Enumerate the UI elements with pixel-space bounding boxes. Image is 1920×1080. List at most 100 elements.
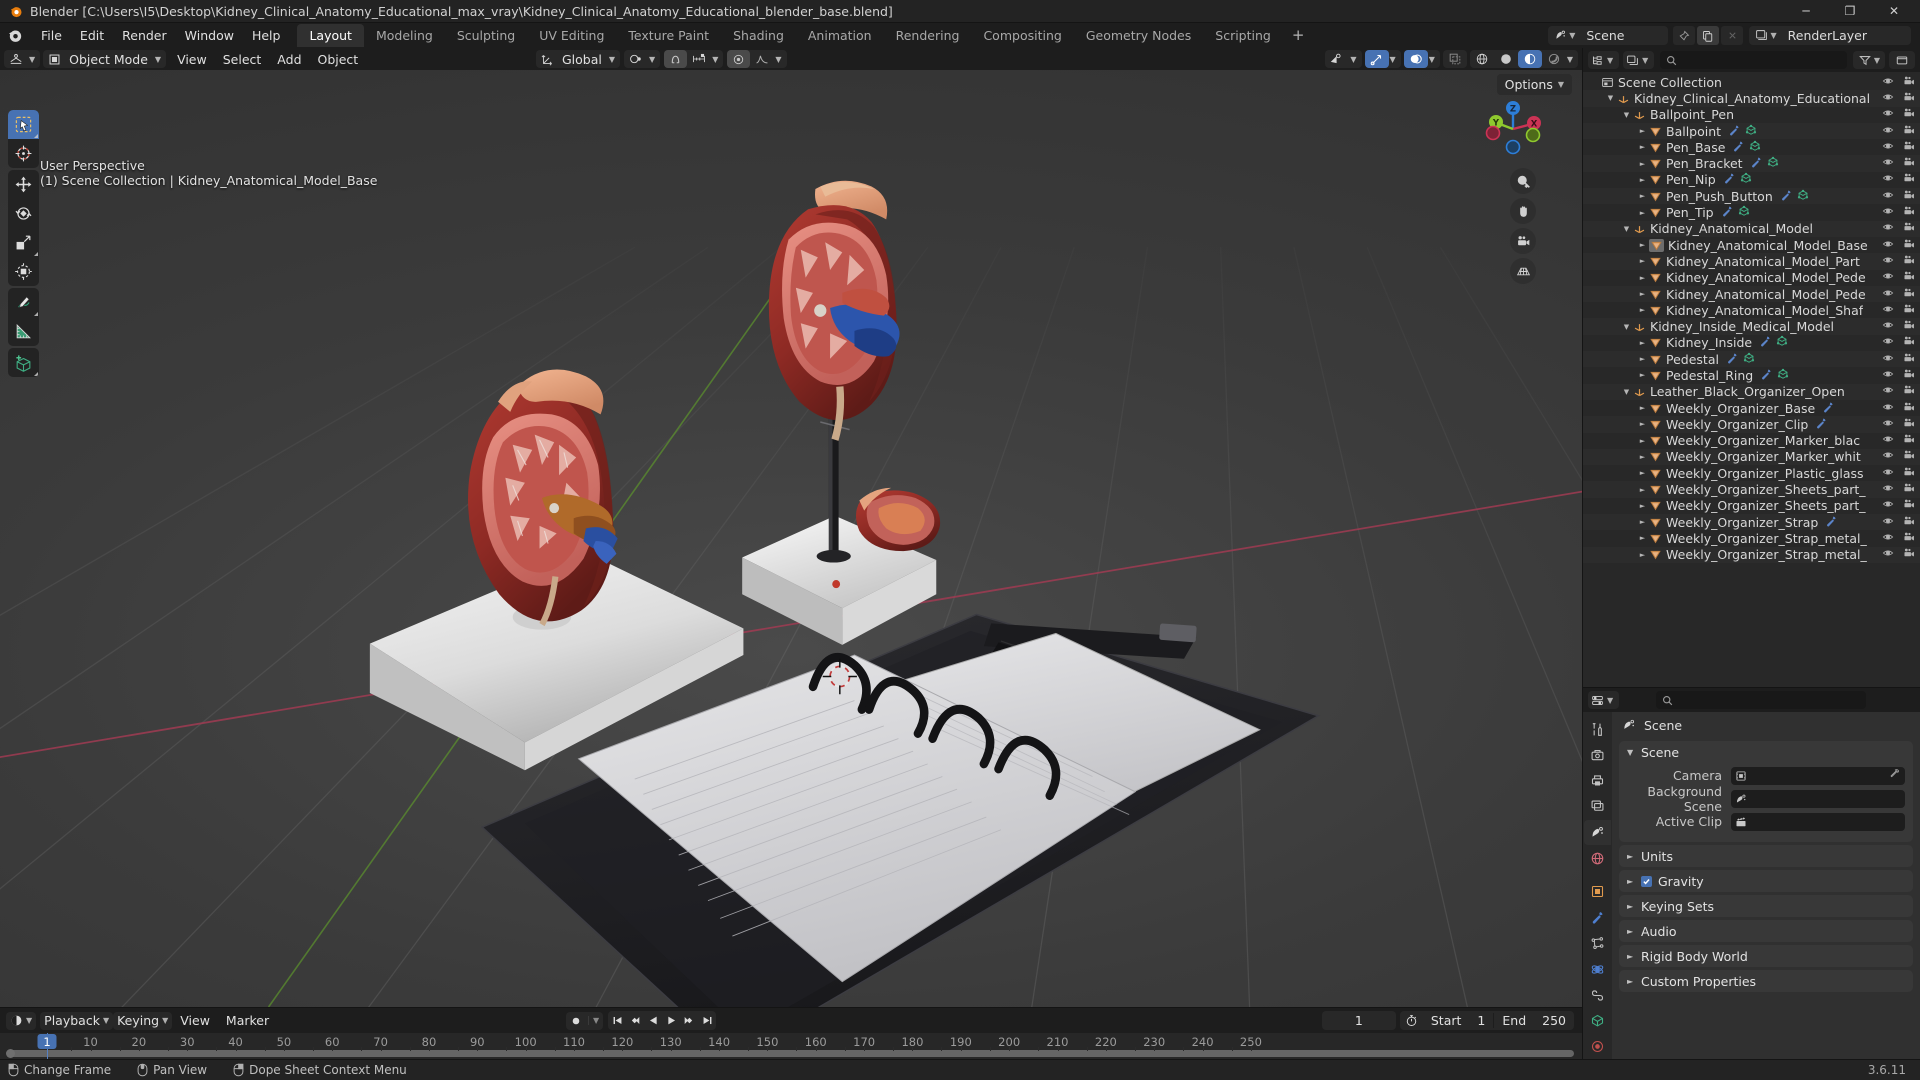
hand-icon[interactable]: [1510, 198, 1536, 224]
timeline-playhead-label[interactable]: 1: [37, 1034, 57, 1049]
viewport-menu-view[interactable]: View: [169, 50, 215, 69]
output-tab[interactable]: [1584, 769, 1611, 794]
workspace-tab-rendering[interactable]: Rendering: [884, 24, 972, 47]
disclosure-down-icon[interactable]: ▼: [1620, 225, 1633, 233]
outliner-row[interactable]: ► Kidney_Anatomical_Model_Pede: [1583, 285, 1920, 303]
jump-end-icon[interactable]: [698, 1011, 716, 1030]
annotate-tool-button[interactable]: [8, 288, 39, 317]
move-tool-button[interactable]: [8, 170, 39, 199]
modifier-icon[interactable]: [1728, 124, 1740, 139]
tweak-tool-button[interactable]: [8, 110, 39, 139]
modifier-icon[interactable]: [1815, 417, 1827, 432]
frame-range-group[interactable]: Start 1 End 250: [1399, 1011, 1574, 1030]
snap-magnet-icon[interactable]: [664, 50, 688, 68]
disclosure-right-icon[interactable]: ►: [1636, 143, 1649, 151]
outliner-row[interactable]: ► Kidney_Inside: [1583, 335, 1920, 351]
disclosure-right-icon[interactable]: ►: [1636, 551, 1649, 559]
mesh-data-icon[interactable]: [1777, 368, 1789, 383]
outliner-row[interactable]: ▼ Leather_Black_Organizer_Open: [1583, 383, 1920, 400]
disable-in-renders-icon[interactable]: [1903, 319, 1915, 334]
transform-orientation-selector[interactable]: Global ▼: [536, 50, 621, 68]
overlays-selector[interactable]: ▼: [1403, 50, 1440, 68]
hide-in-viewport-icon[interactable]: [1882, 401, 1894, 416]
modifier-icon[interactable]: [1822, 401, 1834, 416]
disable-in-renders-icon[interactable]: [1903, 238, 1915, 253]
disclosure-right-icon[interactable]: ►: [1636, 469, 1649, 477]
hide-in-viewport-icon[interactable]: [1882, 287, 1894, 302]
menu-render[interactable]: Render: [113, 25, 176, 46]
eyedropper-icon[interactable]: [1889, 768, 1900, 783]
particles-tab[interactable]: [1584, 931, 1611, 956]
hide-in-viewport-icon[interactable]: [1882, 140, 1894, 155]
play-icon[interactable]: [662, 1011, 680, 1030]
disable-in-renders-icon[interactable]: [1903, 205, 1915, 220]
chevron-right-icon[interactable]: ►: [1627, 927, 1635, 936]
hide-in-viewport-icon[interactable]: [1882, 254, 1894, 269]
outliner-row[interactable]: ► Weekly_Organizer_Strap_metal_: [1583, 530, 1920, 546]
outliner-row[interactable]: ▼ Ballpoint_Pen: [1583, 107, 1920, 123]
panel-header[interactable]: ► Gravity: [1619, 870, 1913, 892]
disclosure-right-icon[interactable]: ►: [1636, 127, 1649, 135]
disable-in-renders-icon[interactable]: [1903, 303, 1915, 318]
disable-in-renders-icon[interactable]: [1903, 270, 1915, 285]
disable-in-renders-icon[interactable]: [1903, 547, 1915, 562]
workspace-tab-shading[interactable]: Shading: [721, 24, 796, 47]
hide-in-viewport-icon[interactable]: [1882, 221, 1894, 236]
properties-editor-type[interactable]: ▼: [1588, 691, 1620, 709]
mesh-data-icon[interactable]: [1738, 205, 1750, 220]
chevron-right-icon[interactable]: ►: [1627, 877, 1635, 886]
hide-in-viewport-icon[interactable]: [1882, 417, 1894, 432]
disclosure-right-icon[interactable]: ►: [1636, 241, 1649, 249]
workspace-tab-geometry-nodes[interactable]: Geometry Nodes: [1074, 24, 1203, 47]
outliner-row[interactable]: ► Kidney_Anatomical_Model_Pede: [1583, 270, 1920, 286]
disable-in-renders-icon[interactable]: [1903, 287, 1915, 302]
pivot-point-selector[interactable]: ▼: [624, 50, 661, 68]
outliner-row[interactable]: ▼ Kidney_Anatomical_Model: [1583, 220, 1920, 237]
disclosure-down-icon[interactable]: ▼: [1620, 111, 1633, 119]
outliner-row[interactable]: ▼ Kidney_Inside_Medical_Model: [1583, 318, 1920, 335]
viewport-options-button[interactable]: Options ▼: [1496, 74, 1572, 95]
disable-in-renders-icon[interactable]: [1903, 498, 1915, 513]
add-cube-tool-button[interactable]: [8, 348, 39, 377]
camera-icon[interactable]: [1510, 228, 1536, 254]
falloff-curve-icon[interactable]: [750, 50, 774, 68]
disable-in-renders-icon[interactable]: [1903, 75, 1915, 90]
scale-tool-button[interactable]: [8, 228, 39, 257]
zoom-icon[interactable]: [1510, 168, 1536, 194]
hide-in-viewport-icon[interactable]: [1882, 270, 1894, 285]
modifier-icon[interactable]: [1780, 189, 1792, 204]
hide-in-viewport-icon[interactable]: [1882, 91, 1894, 106]
disable-in-renders-icon[interactable]: [1903, 189, 1915, 204]
outliner-row[interactable]: ▼ Kidney_Clinical_Anatomy_Educational: [1583, 90, 1920, 107]
modifier-icon[interactable]: [1732, 140, 1744, 155]
disclosure-down-icon[interactable]: ▼: [1604, 94, 1617, 102]
disable-in-renders-icon[interactable]: [1903, 335, 1915, 350]
chevron-right-icon[interactable]: ►: [1627, 977, 1635, 986]
delete-scene-button[interactable]: [1721, 26, 1744, 45]
disclosure-right-icon[interactable]: ►: [1636, 192, 1649, 200]
property-field-camera[interactable]: [1731, 766, 1905, 785]
xray-icon[interactable]: [1443, 50, 1467, 68]
disable-in-renders-icon[interactable]: [1903, 531, 1915, 546]
workspace-tab-animation[interactable]: Animation: [796, 24, 884, 47]
menu-help[interactable]: Help: [243, 25, 290, 46]
minimize-button[interactable]: ─: [1784, 0, 1828, 23]
timeline-scrollbar[interactable]: [6, 1049, 1574, 1058]
disclosure-down-icon[interactable]: ▼: [1620, 323, 1633, 331]
workspace-tab-texture-paint[interactable]: Texture Paint: [616, 24, 721, 47]
tool-tab[interactable]: [1584, 717, 1611, 742]
chevron-right-icon[interactable]: ►: [1627, 852, 1635, 861]
timeline-menu-playback[interactable]: Playback ▼: [40, 1011, 114, 1030]
chevron-right-icon[interactable]: ►: [1627, 902, 1635, 911]
workspace-tab-modeling[interactable]: Modeling: [364, 24, 445, 47]
current-frame-field[interactable]: 1: [1321, 1011, 1396, 1030]
start-frame-field[interactable]: Start 1: [1423, 1013, 1494, 1028]
workspace-tab-layout[interactable]: Layout: [297, 24, 364, 47]
grid-icon[interactable]: [1510, 258, 1536, 284]
modifier-icon[interactable]: [1825, 515, 1837, 530]
disable-in-renders-icon[interactable]: [1903, 466, 1915, 481]
viewport-menu-object[interactable]: Object: [310, 50, 367, 69]
timeline-editor-type[interactable]: ▼: [6, 1011, 37, 1030]
menu-file[interactable]: File: [32, 25, 71, 46]
outliner-row[interactable]: ► Pedestal: [1583, 351, 1920, 368]
